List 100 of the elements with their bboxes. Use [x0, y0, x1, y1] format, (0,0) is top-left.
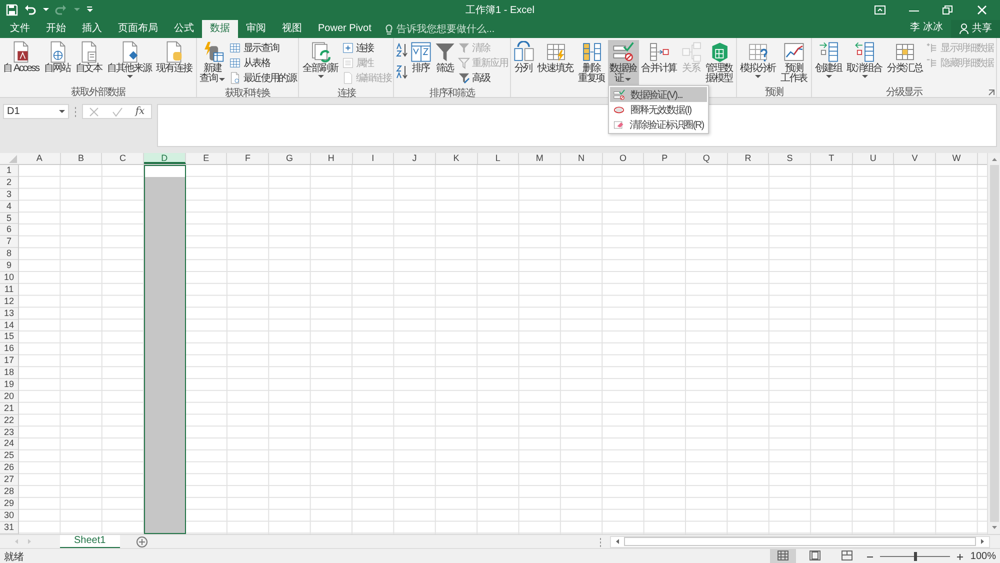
sheet-tab[interactable]: Sheet1 [60, 534, 120, 548]
restore-icon[interactable] [942, 4, 954, 14]
row-header[interactable]: 4 [0, 200, 18, 213]
column-header[interactable]: I [352, 153, 394, 164]
ribbon-tab[interactable]: 视图 [274, 20, 310, 38]
ribbon-tab[interactable]: 公式 [166, 20, 202, 38]
ribbon-button[interactable]: 现有连接 [154, 40, 195, 85]
ribbon-button[interactable]: 连接 [342, 41, 392, 55]
caret-icon[interactable] [42, 7, 49, 12]
ribbon-button[interactable]: 取消组合 [844, 40, 886, 85]
undo-icon[interactable] [24, 4, 36, 16]
row-header[interactable]: 29 [0, 498, 18, 510]
row-header[interactable]: 3 [0, 188, 18, 201]
ribbon-button[interactable]: 高级 [458, 71, 508, 85]
menu-item[interactable]: 数据验证(V)... [610, 87, 707, 102]
ribbon-tab[interactable]: 文件 [2, 20, 38, 38]
column-header[interactable]: K [436, 153, 478, 164]
ribbon-button[interactable]: 管理数 据模型 [704, 40, 736, 85]
column-header[interactable]: L [478, 153, 520, 164]
ribbon-button[interactable]: 预测 工作表 [778, 40, 810, 85]
name-box[interactable]: D1 [3, 104, 69, 119]
ribbon-button[interactable]: 自文本 [73, 40, 105, 85]
row-header[interactable]: 20 [0, 390, 18, 403]
tell-me-field[interactable]: 告诉我您想要做什么... [385, 24, 506, 38]
row-header[interactable]: 8 [0, 248, 18, 260]
row-header[interactable]: 17 [0, 355, 18, 368]
column-header[interactable]: E [186, 153, 228, 164]
view-button[interactable] [770, 548, 796, 563]
column-header[interactable]: T [811, 153, 853, 164]
ribbon-tab[interactable]: 插入 [74, 20, 110, 38]
ribbon-button[interactable]: 自其他来源 [104, 40, 154, 85]
row-header[interactable]: 18 [0, 367, 18, 380]
horizontal-scrollbar[interactable] [610, 536, 990, 548]
row-header[interactable]: 1 [0, 165, 18, 177]
column-header[interactable]: W [936, 153, 978, 164]
row-header[interactable]: 15 [0, 331, 18, 344]
row-header[interactable]: 2 [0, 176, 18, 189]
add-sheet-icon[interactable] [136, 536, 148, 548]
slider-thumb[interactable] [914, 552, 918, 561]
row-header[interactable]: 22 [0, 414, 18, 427]
ribbon-tab[interactable]: 数据 [202, 20, 238, 38]
ribbon-button[interactable]: 数据验 证 [608, 40, 640, 85]
ribbon-button[interactable]: 新建 查询 [198, 40, 228, 85]
redo-icon[interactable] [55, 4, 67, 16]
column-header[interactable]: S [769, 153, 812, 164]
row-header[interactable]: 6 [0, 224, 18, 236]
menu-item[interactable]: 圈释无效数据(I) [610, 102, 707, 117]
row-header[interactable]: 25 [0, 450, 18, 462]
row-header[interactable]: 30 [0, 510, 18, 522]
row-header[interactable]: 7 [0, 236, 18, 248]
row-header[interactable]: 10 [0, 272, 18, 284]
row-header[interactable]: 26 [0, 462, 18, 474]
cell-grid[interactable] [19, 165, 987, 534]
column-header[interactable]: V [894, 153, 936, 164]
row-header[interactable]: 27 [0, 474, 18, 486]
ribbon-tab[interactable]: 审阅 [238, 20, 274, 38]
column-header[interactable]: P [644, 153, 686, 164]
active-cell[interactable] [145, 166, 186, 177]
share-button[interactable]: 共享 [951, 20, 1000, 38]
menu-item[interactable]: 清除验证标识圈(R) [610, 117, 707, 132]
column-header[interactable]: U [852, 153, 894, 164]
ribbon-tab[interactable]: 页面布局 [110, 20, 166, 38]
ribbon-button[interactable]: 全部刷新 [300, 40, 341, 85]
ribbon-button[interactable]: 排序 [409, 40, 434, 85]
column-header[interactable]: H [310, 153, 352, 164]
ribbon-button[interactable]: 模拟分析 [738, 40, 779, 85]
column-header[interactable]: A [19, 153, 61, 164]
column-header[interactable]: R [728, 153, 770, 164]
ribbon-tab[interactable]: Power Pivot [310, 20, 380, 38]
row-header[interactable]: 28 [0, 486, 18, 498]
row-header[interactable]: 24 [0, 438, 18, 450]
ribbon-button[interactable]: 显示查询 [229, 41, 296, 55]
ribbon-button[interactable]: 分类汇总 [885, 40, 926, 85]
row-header[interactable]: 5 [0, 212, 18, 224]
ribbon-button[interactable]: 最近使用的源 [229, 71, 296, 85]
column-header[interactable]: F [227, 153, 270, 164]
row-header[interactable]: 19 [0, 379, 18, 391]
column-header[interactable]: B [60, 153, 102, 164]
ribbon-button[interactable]: 从表格 [229, 56, 296, 70]
column-header[interactable]: Q [686, 153, 728, 164]
sort-descending-icon[interactable] [396, 65, 408, 79]
sort-ascending-icon[interactable] [396, 43, 408, 57]
column-header[interactable]: D [144, 153, 186, 164]
row-header[interactable]: 23 [0, 426, 18, 438]
column-header[interactable]: O [602, 153, 644, 164]
ribbon-button[interactable]: 自网站 [42, 40, 74, 85]
insert-function-button[interactable]: fx [135, 106, 145, 117]
ribbon-button[interactable]: 删除 重复项 [576, 40, 608, 85]
row-header[interactable]: 16 [0, 343, 18, 356]
row-header[interactable]: 21 [0, 402, 18, 415]
ribbon-tab[interactable]: 开始 [38, 20, 74, 38]
ribbon-display-options-icon[interactable] [874, 4, 886, 14]
zoom-in-icon[interactable] [956, 552, 964, 560]
ribbon-button[interactable]: 自 Access [1, 40, 42, 85]
column-header[interactable]: J [394, 153, 436, 164]
zoom-level[interactable]: 100% [970, 551, 996, 562]
ribbon-button[interactable]: 合并计算 [639, 40, 680, 85]
customize-caret-icon[interactable] [86, 6, 93, 13]
vertical-scrollbar[interactable] [987, 153, 1000, 534]
ribbon-button[interactable]: 快速填充 [536, 40, 576, 85]
